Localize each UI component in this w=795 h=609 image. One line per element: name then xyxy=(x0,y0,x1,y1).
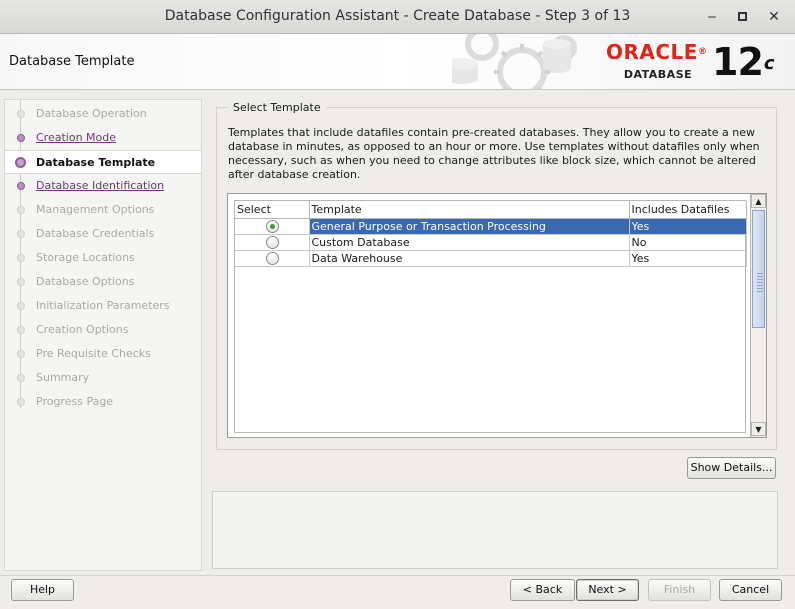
template-table: Select Template Includes Datafiles Gener… xyxy=(234,200,747,433)
template-description: Templates that include datafiles contain… xyxy=(228,126,760,181)
scrollbar-grip-icon xyxy=(757,273,763,293)
table-vertical-scrollbar[interactable]: ▲ ▼ xyxy=(750,194,766,437)
oracle-wordmark: ORACLE® xyxy=(606,40,708,64)
details-panel xyxy=(212,491,778,569)
step-marker-icon xyxy=(17,326,25,334)
step-marker-icon xyxy=(17,254,25,262)
step-marker-icon xyxy=(17,182,25,190)
step-marker-icon xyxy=(17,206,25,214)
show-details-label: Show Details... xyxy=(690,461,773,474)
back-button[interactable]: < Back xyxy=(510,579,575,601)
template-table-container: Select Template Includes Datafiles Gener… xyxy=(227,193,767,438)
table-row[interactable]: Data Warehouse Yes xyxy=(235,250,747,267)
scroll-down-icon[interactable]: ▼ xyxy=(751,422,766,436)
step-marker-icon xyxy=(17,302,25,310)
show-details-button[interactable]: Show Details... xyxy=(687,457,776,479)
nav-step-item: Database Options xyxy=(5,270,201,294)
next-button[interactable]: Next > xyxy=(576,579,639,601)
minimize-button[interactable]: ‒ xyxy=(703,8,721,26)
nav-step-item: Database Credentials xyxy=(5,222,201,246)
footer-divider xyxy=(0,575,795,576)
column-header-template[interactable]: Template xyxy=(309,201,630,219)
step-marker-icon xyxy=(17,134,25,142)
template-name-cell[interactable]: General Purpose or Transaction Processin… xyxy=(309,218,630,235)
next-label: Next > xyxy=(588,583,627,596)
window-title: Database Configuration Assistant - Creat… xyxy=(164,8,631,24)
nav-step-item[interactable]: Database Template xyxy=(5,150,201,174)
help-button[interactable]: Help xyxy=(11,579,74,601)
nav-step-item: Storage Locations xyxy=(5,246,201,270)
nav-step-label[interactable]: Creation Mode xyxy=(36,131,116,144)
nav-step-item: Database Operation xyxy=(5,102,201,126)
nav-step-label: Database Credentials xyxy=(36,227,155,240)
template-radio-button[interactable] xyxy=(266,235,280,249)
step-marker-icon xyxy=(17,350,25,358)
nav-step-label: Progress Page xyxy=(36,395,114,408)
template-name-cell[interactable]: Data Warehouse xyxy=(309,250,630,267)
cancel-button[interactable]: Cancel xyxy=(719,579,782,601)
nav-step-item[interactable]: Database Identification xyxy=(5,174,201,198)
oracle-version-logo: 12c xyxy=(712,40,775,84)
nav-step-label: Pre Requisite Checks xyxy=(36,347,151,360)
oracle-database-label: DATABASE xyxy=(623,68,693,81)
nav-step-item: Creation Options xyxy=(5,318,201,342)
datafiles-cell[interactable]: Yes xyxy=(629,218,747,235)
select-cell[interactable] xyxy=(235,234,310,251)
window-titlebar[interactable]: Database Configuration Assistant - Creat… xyxy=(0,0,795,34)
select-cell[interactable] xyxy=(235,250,310,267)
nav-step-label: Storage Locations xyxy=(36,251,135,264)
maximize-button[interactable] xyxy=(733,8,751,26)
step-marker-icon xyxy=(17,278,25,286)
nav-step-label: Management Options xyxy=(36,203,155,216)
step-marker-icon xyxy=(17,374,25,382)
cancel-label: Cancel xyxy=(731,583,770,596)
nav-step-item: Progress Page xyxy=(5,390,201,414)
help-label: Help xyxy=(29,583,56,596)
table-header-row: Select Template Includes Datafiles xyxy=(235,201,747,219)
nav-step-label: Database Template xyxy=(36,156,156,169)
nav-step-label[interactable]: Database Identification xyxy=(36,179,164,192)
page-header: Database Template ORACLE® DATABASE 12c xyxy=(0,34,795,90)
table-row[interactable]: Custom Database No xyxy=(235,234,747,251)
nav-step-item: Management Options xyxy=(5,198,201,222)
step-navigation: Database Operation Creation Mode Database … xyxy=(4,99,202,571)
maximize-icon xyxy=(737,12,747,21)
column-header-datafiles[interactable]: Includes Datafiles xyxy=(629,201,747,219)
group-title: Select Template xyxy=(228,101,326,114)
nav-step-item: Pre Requisite Checks xyxy=(5,342,201,366)
nav-step-label: Summary xyxy=(36,371,90,384)
select-cell[interactable] xyxy=(235,218,310,235)
finish-button[interactable]: Finish xyxy=(648,579,711,601)
nav-step-item: Summary xyxy=(5,366,201,390)
datafiles-cell[interactable]: No xyxy=(629,234,747,251)
step-marker-icon xyxy=(15,157,26,168)
template-name-cell[interactable]: Custom Database xyxy=(309,234,630,251)
template-radio-button[interactable] xyxy=(266,251,280,265)
close-button[interactable]: ✕ xyxy=(765,8,783,26)
column-header-select[interactable]: Select xyxy=(235,201,310,219)
scrollbar-thumb[interactable] xyxy=(752,210,765,328)
scroll-up-icon[interactable]: ▲ xyxy=(751,194,766,208)
nav-step-label: Creation Options xyxy=(36,323,129,336)
nav-step-label: Database Operation xyxy=(36,107,147,120)
nav-step-item: Initialization Parameters xyxy=(5,294,201,318)
step-marker-icon xyxy=(17,230,25,238)
table-row[interactable]: General Purpose or Transaction Processin… xyxy=(235,218,747,235)
template-radio-button[interactable] xyxy=(266,219,280,233)
step-marker-icon xyxy=(17,110,25,118)
step-marker-icon xyxy=(17,398,25,406)
nav-step-label: Initialization Parameters xyxy=(36,299,170,312)
back-label: < Back xyxy=(522,583,563,596)
page-title: Database Template xyxy=(9,54,135,69)
nav-step-item[interactable]: Creation Mode xyxy=(5,126,201,150)
nav-step-label: Database Options xyxy=(36,275,135,288)
gears-decoration-icon xyxy=(452,34,577,89)
finish-label: Finish xyxy=(663,583,696,596)
datafiles-cell[interactable]: Yes xyxy=(629,250,747,267)
oracle-logo: ORACLE® DATABASE xyxy=(606,42,710,81)
